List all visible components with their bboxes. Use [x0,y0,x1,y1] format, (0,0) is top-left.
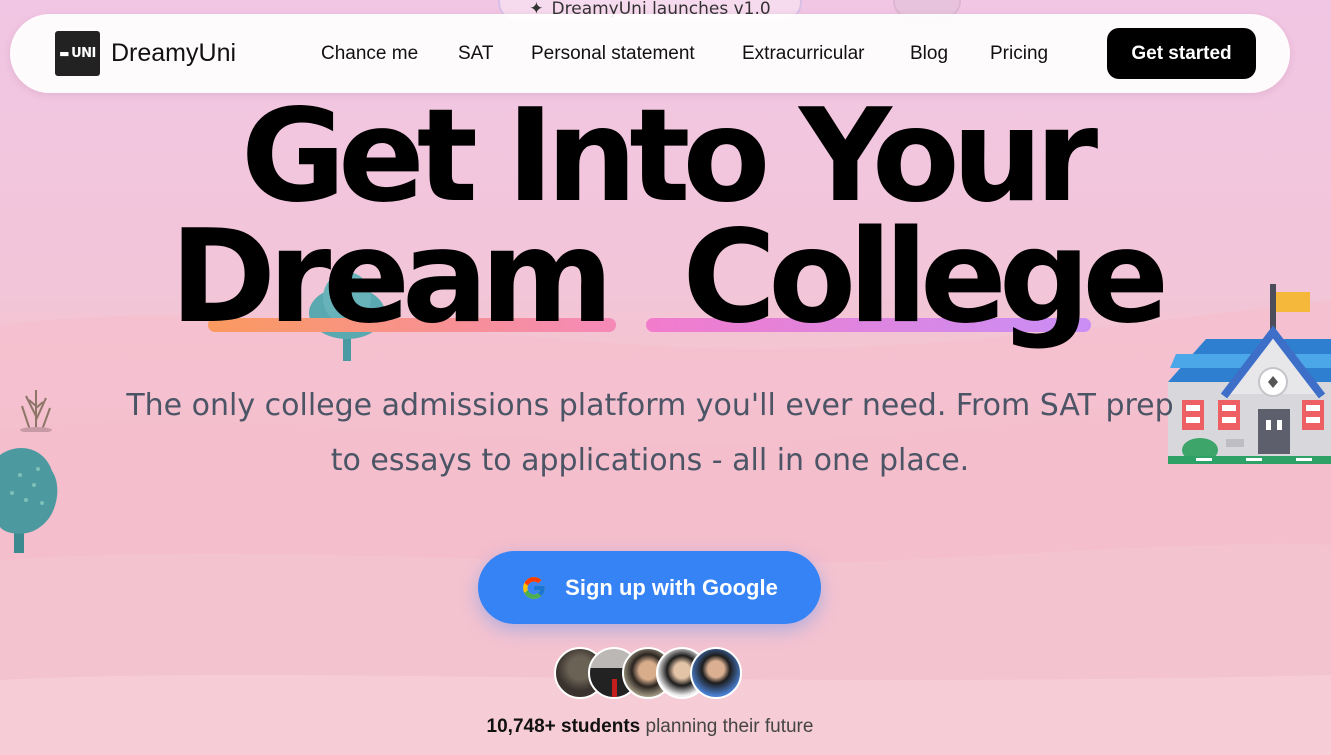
hero-word-dream: Dream [169,203,614,352]
hero-title-line1: Get Into Your [240,82,1098,231]
hero-subtitle: The only college admissions platform you… [100,378,1200,488]
nav-link-blog[interactable]: Blog [910,41,948,67]
brand-name[interactable]: DreamyUni [111,36,236,70]
tree-icon [0,448,58,553]
hero-subtitle-line1: The only college admissions platform you… [126,388,1174,423]
logo[interactable]: ▬ UNI [55,31,100,76]
sign-up-google-label: Sign up with Google [565,574,778,600]
google-icon [523,576,546,599]
hero-subtitle-line2: to essays to applications - all in one p… [330,443,970,478]
hero-title-line2: Dream College [0,203,1331,352]
nav-link-personal-statement[interactable]: Personal statement [531,41,695,67]
grass-icon [20,390,52,432]
sign-up-google-button[interactable]: Sign up with Google [478,551,821,624]
social-proof-text: 10,748+ students planning their future [0,716,1300,738]
hero-word-college: College [682,203,1169,352]
logo-text: UNI [71,46,96,61]
nav-link-extracurricular[interactable]: Extracurricular [742,41,864,67]
get-started-button[interactable]: Get started [1107,28,1256,79]
avatar [690,647,742,699]
nav-link-chance-me[interactable]: Chance me [321,41,418,67]
social-proof-count: 10,748+ students [486,716,641,737]
nav-link-sat[interactable]: SAT [458,41,494,67]
logo-mark-icon: ▬ [59,47,70,60]
nav-link-pricing[interactable]: Pricing [990,41,1048,67]
social-proof-rest: planning their future [640,716,814,737]
